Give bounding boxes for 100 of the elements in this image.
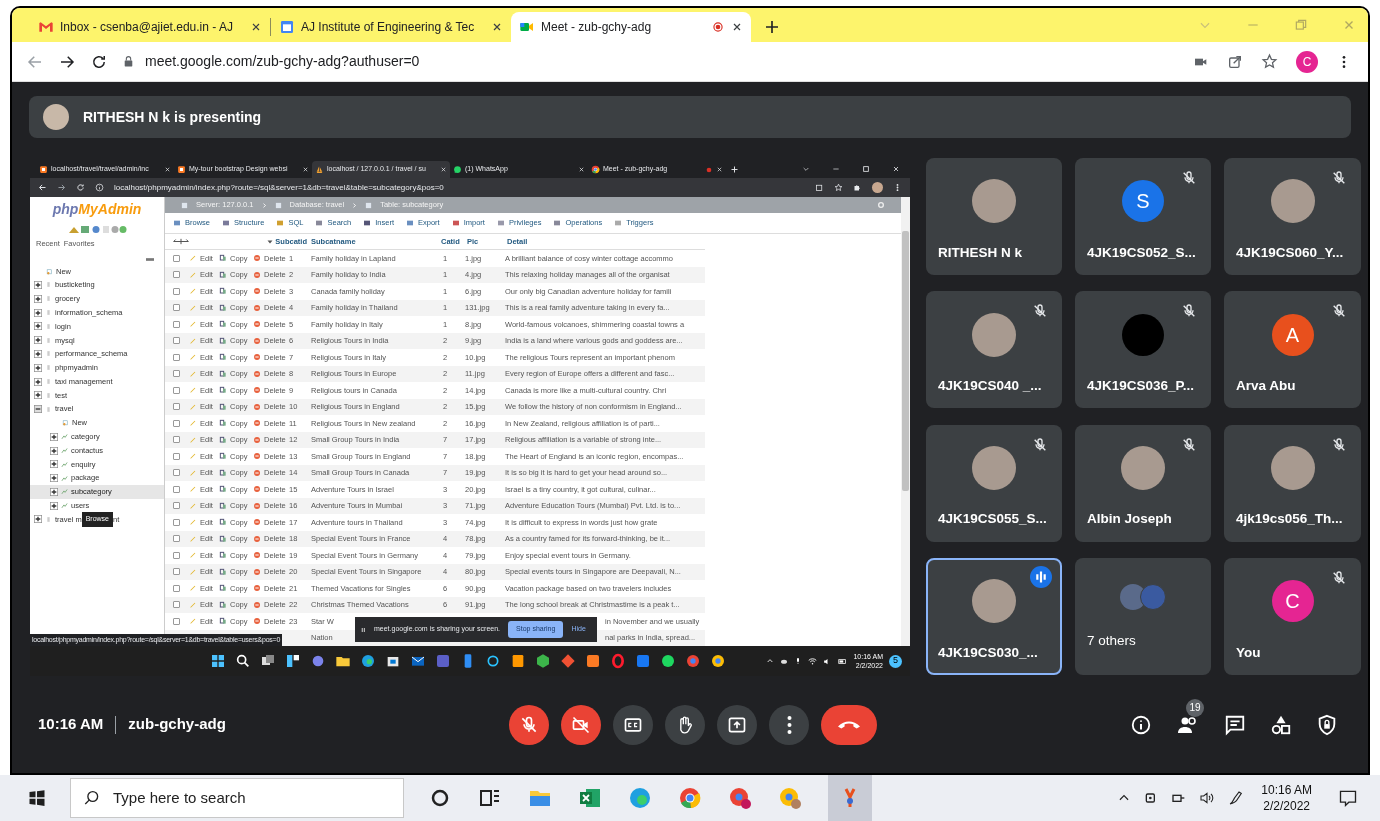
expand-icon[interactable] (50, 501, 58, 510)
participant-tile[interactable]: 4jk19cs056_Th... (1224, 424, 1361, 542)
checkbox[interactable] (173, 320, 180, 328)
address-field[interactable]: meet.google.com/zub-gchy-adg?authuser=0 (145, 51, 420, 72)
minimize-icon[interactable] (832, 165, 840, 173)
chrome-icon[interactable] (710, 653, 726, 669)
profile-avatar[interactable]: C (1296, 50, 1318, 73)
expand-icon[interactable] (34, 391, 42, 400)
close-icon[interactable] (302, 166, 309, 173)
close-icon[interactable] (578, 166, 585, 173)
checkbox[interactable] (173, 304, 180, 312)
checkbox[interactable] (173, 485, 180, 493)
collapse-icon[interactable] (146, 257, 154, 263)
checkbox[interactable] (173, 452, 180, 460)
search-icon[interactable] (235, 653, 251, 669)
notification-badge[interactable]: 5 (889, 654, 902, 668)
expand-icon[interactable] (34, 363, 42, 372)
participant-tile[interactable]: 7 others (1075, 557, 1211, 675)
participant-tile[interactable]: A Arva Abu (1224, 291, 1361, 409)
opera-icon[interactable] (610, 653, 626, 669)
expand-icon[interactable] (34, 377, 42, 386)
chrome-icon[interactable] (685, 653, 701, 669)
shield-icon[interactable] (1316, 713, 1338, 736)
checkbox[interactable] (173, 254, 180, 262)
expand-icon[interactable] (50, 446, 58, 455)
windows-logo-icon[interactable] (210, 653, 226, 669)
expand-icon[interactable] (34, 322, 42, 331)
checkbox[interactable] (173, 287, 180, 295)
captions-button[interactable] (613, 704, 653, 745)
checkbox[interactable] (173, 271, 180, 279)
checkbox[interactable] (173, 568, 180, 576)
checkbox[interactable] (173, 419, 180, 427)
expand-icon[interactable] (50, 460, 58, 469)
close-icon[interactable] (892, 165, 900, 173)
cloud-icon[interactable] (780, 657, 789, 665)
checkbox[interactable] (173, 436, 180, 444)
expand-icon[interactable] (50, 432, 58, 441)
checkbox[interactable] (173, 601, 180, 609)
close-icon[interactable] (250, 21, 262, 33)
windows-logo-icon[interactable] (28, 789, 46, 807)
checkbox[interactable] (173, 403, 180, 411)
excel-icon[interactable] (578, 786, 602, 810)
expand-icon[interactable] (34, 280, 42, 289)
new-tab-icon[interactable] (730, 165, 739, 174)
wifi-icon[interactable] (808, 656, 818, 666)
chat-icon[interactable] (1224, 713, 1246, 736)
expand-icon[interactable] (34, 336, 42, 345)
star-icon[interactable] (1261, 53, 1278, 70)
expand-icon[interactable] (50, 487, 58, 496)
checkbox[interactable] (173, 551, 180, 559)
app-logo-icon[interactable] (435, 653, 451, 669)
checkbox[interactable] (173, 386, 180, 394)
camera-off-button[interactable] (561, 704, 601, 745)
ring-icon[interactable] (485, 653, 501, 669)
expand-icon[interactable] (50, 474, 58, 483)
participant-tile[interactable]: 4JK19CS060_Y... (1224, 158, 1361, 275)
new-tab-icon[interactable] (763, 18, 781, 36)
volume-icon[interactable] (1199, 790, 1216, 806)
browser-tab[interactable]: Meet - zub-gchy-adg (511, 12, 751, 42)
checkbox[interactable] (173, 518, 180, 526)
more-options-button[interactable] (769, 704, 809, 745)
expand-icon[interactable] (34, 294, 42, 303)
checkbox[interactable] (173, 535, 180, 543)
back-icon[interactable] (38, 183, 47, 192)
checkbox[interactable] (173, 469, 180, 477)
participant-tile[interactable]: Albin Joseph (1075, 424, 1211, 542)
restore-icon[interactable] (862, 165, 870, 173)
expand-icon[interactable] (34, 308, 42, 317)
share-icon[interactable] (815, 183, 824, 192)
search-box[interactable]: Type here to search (70, 778, 404, 818)
participant-tile[interactable]: 4JK19CS040 _... (926, 291, 1062, 409)
checkbox[interactable] (173, 617, 180, 625)
edge-icon[interactable] (360, 653, 376, 669)
checkbox[interactable] (173, 337, 180, 345)
checkbox[interactable] (173, 353, 180, 361)
checkbox[interactable] (173, 370, 180, 378)
microphone-off-button[interactable] (509, 704, 549, 745)
present-button[interactable] (717, 704, 757, 745)
close-icon[interactable] (731, 21, 743, 33)
browser-tab[interactable]: AJ Institute of Engineering & Tec (271, 12, 511, 42)
scrollbar-thumb[interactable] (902, 231, 909, 491)
expand-icon[interactable] (34, 349, 42, 358)
close-icon[interactable] (716, 166, 723, 173)
widgets-icon[interactable] (285, 653, 301, 669)
participant-tile[interactable]: C You (1224, 557, 1361, 675)
close-icon[interactable] (440, 166, 447, 173)
collapse-icon[interactable] (34, 405, 42, 414)
chrome-profile-icon[interactable] (778, 786, 802, 810)
share-icon[interactable] (1227, 53, 1243, 70)
avatar-photo[interactable] (872, 182, 883, 193)
expand-icon[interactable] (34, 515, 42, 524)
participant-tile[interactable]: 4JK19CS055_S... (926, 424, 1062, 542)
checkbox[interactable] (173, 584, 180, 592)
participant-tile[interactable]: RITHESH N k (926, 158, 1062, 275)
close-icon[interactable] (491, 21, 503, 33)
chrome-profile-icon[interactable] (728, 786, 752, 810)
participant-tile[interactable]: 4JK19CS030_... (926, 557, 1062, 675)
notifications-icon[interactable] (1338, 788, 1358, 808)
search-field[interactable]: Type here to search (113, 786, 391, 810)
raise-hand-button[interactable] (665, 704, 705, 745)
